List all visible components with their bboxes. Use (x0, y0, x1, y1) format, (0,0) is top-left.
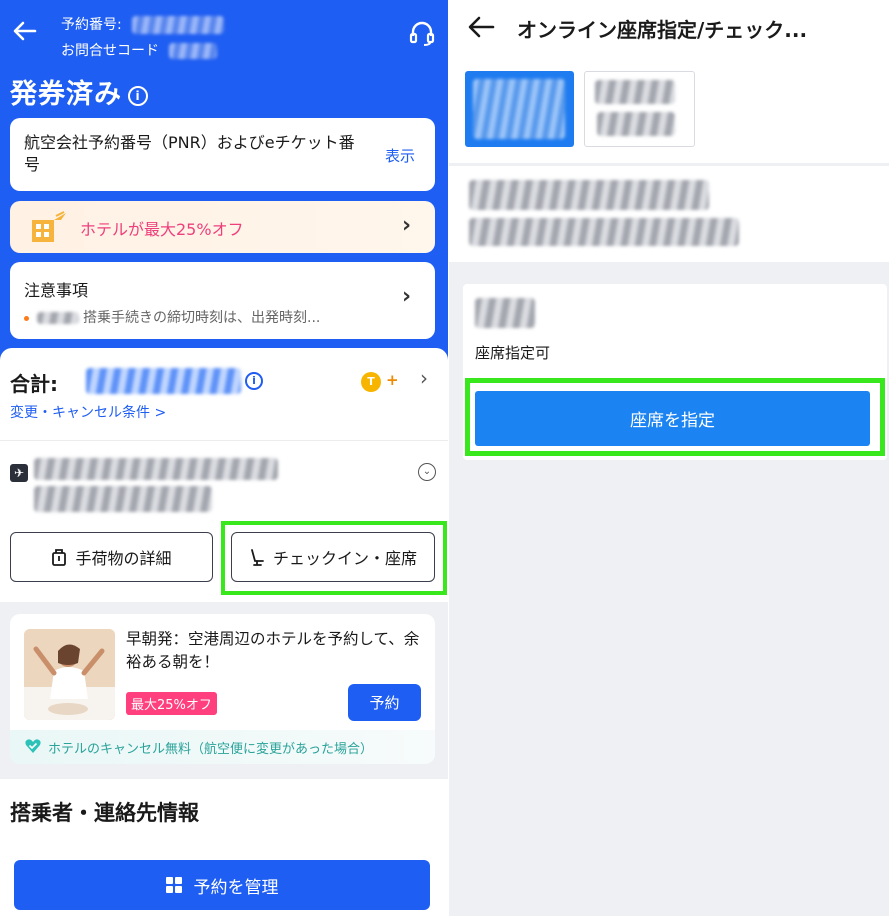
grid-icon (165, 877, 182, 893)
price-info-icon[interactable]: i (245, 372, 263, 390)
manage-booking-button[interactable]: 予約を管理 (14, 860, 430, 910)
heart-check-icon (25, 739, 41, 753)
passenger-contact-section: 搭乗者・連絡先情報 予約を管理 (0, 779, 448, 916)
flight-info-section (449, 166, 889, 262)
notice-redacted (37, 312, 79, 324)
passenger-tab-redacted (595, 80, 675, 104)
pnr-eticket-label: 航空会社予約番号（PNR）およびeチケット番号 (24, 133, 355, 174)
seat-selection-header: オンライン座席指定/チェック... (449, 0, 889, 163)
luggage-icon (52, 549, 67, 566)
passenger-tab-redacted (473, 79, 565, 139)
manage-booking-label: 予約を管理 (193, 877, 279, 898)
promo-discount-badge: 最大25%オフ (126, 692, 217, 715)
bullet-dot (24, 315, 29, 321)
hotel-icon (32, 211, 66, 242)
chevron-right-icon: › (402, 284, 412, 309)
plane-icon: ✈ (10, 464, 28, 482)
headset-icon[interactable] (407, 18, 437, 48)
baggage-details-label: 手荷物の詳細 (75, 549, 172, 568)
highlight-box-seat (465, 378, 885, 456)
promo-footer: ホテルのキャンセル無料（航空便に変更があった場合） (10, 730, 435, 764)
flight-info-redacted (469, 180, 709, 210)
hotel-discount-text: ホテルが最大25%オフ (80, 220, 244, 239)
coin-icon: T (361, 372, 381, 392)
booking-number-label: 予約番号: (61, 17, 122, 33)
chevron-right-icon[interactable]: › (420, 366, 428, 390)
change-cancel-conditions-link[interactable]: 変更・キャンセル条件 > (10, 402, 166, 422)
pnr-show-link[interactable]: 表示 (385, 145, 415, 166)
back-arrow-icon[interactable] (465, 12, 497, 42)
hotel-promo-card[interactable]: 早朝発：空港周辺のホテルを予約して、余裕ある朝を！ 最大25%オフ 予約 ホテル… (10, 614, 435, 764)
notice-card[interactable]: 注意事項 搭乗手続きの締切時刻は、出発時刻... › (10, 262, 435, 339)
passenger-tab-redacted (597, 112, 675, 136)
passenger-contact-title: 搭乗者・連絡先情報 (10, 801, 199, 825)
divider (0, 440, 448, 441)
booking-number-row: 予約番号: (61, 14, 225, 34)
seat-selection-title: オンライン座席指定/チェック... (517, 18, 808, 42)
booking-number-redacted (132, 16, 225, 34)
booking-detail-panel: 予約番号: お問合せコード 発券済み i 航空会社予約番号（PNR）およびeチケッ… (0, 0, 448, 916)
inquiry-code-redacted (169, 43, 218, 59)
seat-available-status: 座席指定可 (475, 344, 551, 362)
total-price-redacted (86, 368, 241, 394)
flight-time-redacted (34, 486, 212, 512)
promo-footer-text: ホテルのキャンセル無料（航空便に変更があった場合） (48, 742, 374, 757)
pnr-eticket-card[interactable]: 航空会社予約番号（PNR）およびeチケット番号 表示 (10, 118, 435, 191)
passenger-tab[interactable] (584, 71, 695, 147)
coin-plus: + (386, 371, 399, 389)
back-arrow-icon[interactable] (10, 16, 40, 46)
expand-icon[interactable]: ⌄ (418, 463, 436, 481)
inquiry-code-row: お問合せコード (61, 40, 218, 60)
total-price-label: 合計: (10, 372, 58, 396)
hotel-discount-banner[interactable]: ホテルが最大25%オフ › (10, 201, 435, 253)
promo-photo (24, 629, 115, 720)
info-icon[interactable]: i (128, 85, 148, 106)
notice-summary: 搭乗手続きの締切時刻は、出発時刻... (24, 307, 320, 327)
promo-photo-illustration (24, 629, 115, 720)
passenger-name-redacted (475, 298, 535, 328)
promo-book-button[interactable]: 予約 (348, 684, 421, 721)
notice-title: 注意事項 (24, 281, 89, 300)
inquiry-code-label: お問合せコード (61, 43, 159, 59)
promo-title: 早朝発：空港周辺のホテルを予約して、余裕ある朝を！ (126, 630, 420, 671)
chevron-right-icon: › (402, 213, 412, 238)
notice-text: 搭乗手続きの締切時刻は、出発時刻... (83, 310, 321, 326)
flight-info-redacted (469, 218, 739, 246)
online-seat-selection-panel: オンライン座席指定/チェック... 座席指定可 座席を指定 (449, 0, 889, 916)
flight-route-redacted (34, 458, 278, 480)
baggage-details-button[interactable]: 手荷物の詳細 (10, 532, 213, 582)
ticket-status-title: 発券済み i (10, 72, 148, 111)
ticket-status-text: 発券済み (10, 79, 122, 110)
screenshot-root: 予約番号: お問合せコード 発券済み i 航空会社予約番号（PNR）およびeチケッ… (0, 0, 889, 916)
highlight-box-checkin (221, 521, 447, 595)
passenger-tab-active[interactable] (465, 71, 574, 147)
